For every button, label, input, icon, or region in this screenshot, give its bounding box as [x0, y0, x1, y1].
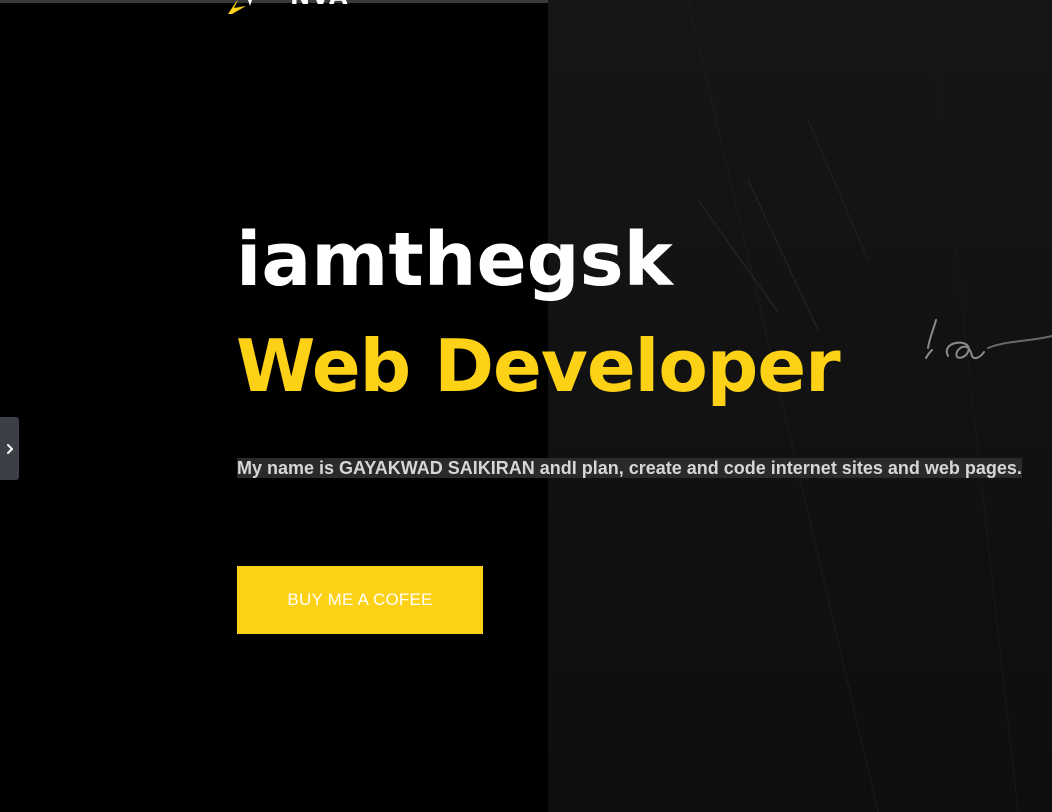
chevron-right-icon [6, 443, 13, 454]
hero-description-text: My name is GAYAKWAD SAIKIRAN andI plan, … [237, 458, 1022, 478]
hero-description: My name is GAYAKWAD SAIKIRAN andI plan, … [237, 450, 1027, 486]
hero-name-heading: iamthegsk [236, 217, 673, 303]
side-panel-toggle[interactable] [0, 417, 19, 480]
hero-page: NVA iamthegsk Web Developer My name is G… [0, 0, 1052, 812]
lightning-bolt-icon[interactable] [222, 0, 252, 14]
brand-logo-text[interactable]: NVA [290, 0, 349, 8]
signature-watermark [925, 319, 1052, 360]
hero-role-heading: Web Developer [236, 324, 841, 408]
buy-coffee-button[interactable]: BUY ME A COFEE [237, 566, 483, 634]
